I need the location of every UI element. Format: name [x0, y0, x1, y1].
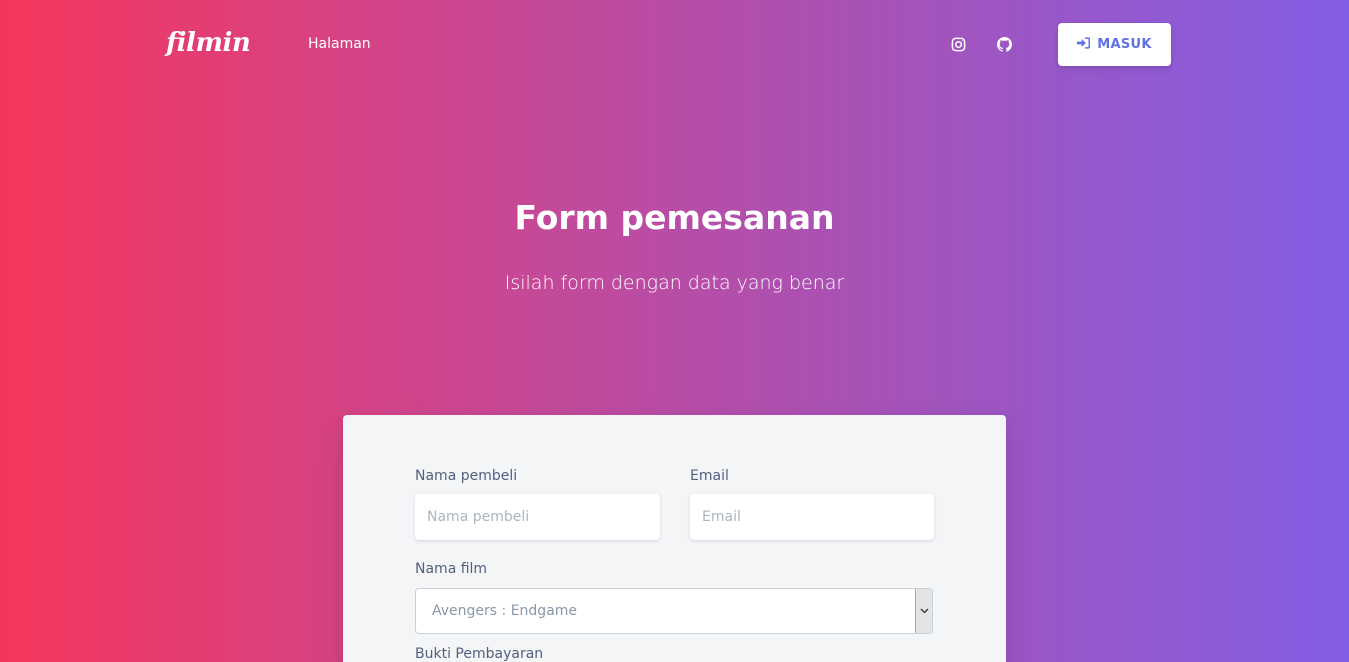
login-button[interactable]: MASUK: [1058, 23, 1171, 66]
email-label: Email: [690, 468, 729, 484]
chevron-down-icon[interactable]: [915, 589, 932, 633]
film-select[interactable]: Avengers : Endgame: [415, 588, 933, 634]
email-input[interactable]: [690, 494, 934, 540]
page-subtitle: Isilah form dengan data yang benar: [504, 272, 845, 294]
order-form-card: Nama pembeli Email Nama film Avengers : …: [343, 415, 1006, 662]
buyer-name-input[interactable]: [415, 494, 660, 540]
sign-in-icon: [1077, 36, 1091, 53]
buyer-name-label: Nama pembeli: [415, 468, 518, 484]
github-icon[interactable]: [994, 34, 1014, 54]
payment-proof-label: Bukti Pembayaran: [415, 646, 544, 662]
login-label: MASUK: [1097, 37, 1152, 52]
navbar: filmin Halaman MASUK: [0, 0, 1349, 90]
film-name-label: Nama film: [415, 561, 488, 577]
brand-logo[interactable]: filmin: [166, 28, 251, 58]
nav-link-halaman[interactable]: Halaman: [308, 36, 371, 52]
instagram-icon[interactable]: [948, 34, 968, 54]
page-title: Form pemesanan: [514, 198, 835, 237]
film-select-value: Avengers : Endgame: [432, 603, 578, 619]
